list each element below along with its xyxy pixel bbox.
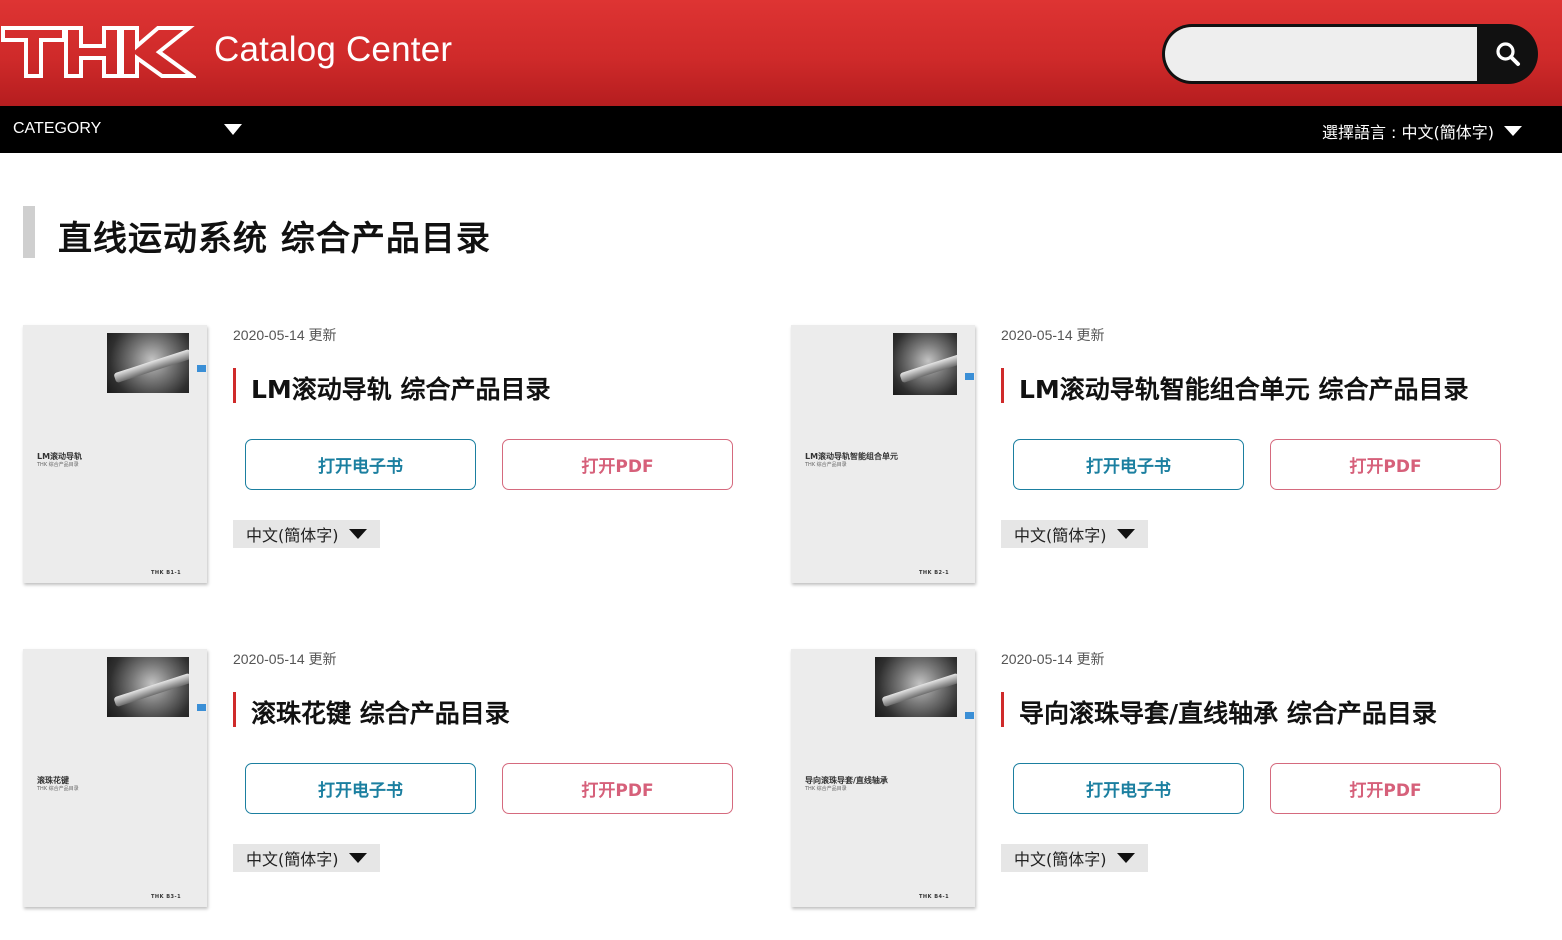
catalog-card: LM滚动导轨 THK 综合产品目录 THK B1-1 2020-05-14 更新…: [23, 325, 763, 585]
product-title-accent: [233, 692, 236, 727]
language-selector-label: 選擇語言 : 中文(簡体字): [1321, 123, 1494, 142]
cover-product-photo: [107, 657, 189, 717]
catalog-language-select[interactable]: 中文(簡体字): [233, 520, 380, 548]
title-accent-bar: [23, 206, 35, 258]
open-ebook-button[interactable]: 打开电子书: [1013, 763, 1244, 814]
cover-index-tab: [965, 712, 974, 719]
open-ebook-button[interactable]: 打开电子书: [1013, 439, 1244, 490]
cover-footer: THK B3-1: [151, 894, 182, 900]
catalog-language-select[interactable]: 中文(簡体字): [1001, 844, 1148, 872]
cover-footer: THK B1-1: [151, 570, 182, 576]
catalog-language-select[interactable]: 中文(簡体字): [233, 844, 380, 872]
open-ebook-button[interactable]: 打开电子书: [245, 763, 476, 814]
catalog-card: 导向滚珠导套/直线轴承 THK 综合产品目录 THK B4-1 2020-05-…: [791, 649, 1531, 909]
chevron-down-icon: [348, 529, 367, 539]
open-pdf-button[interactable]: 打开PDF: [1270, 763, 1501, 814]
cover-index-tab: [965, 373, 974, 380]
product-title-accent: [233, 368, 236, 403]
open-pdf-button[interactable]: 打开PDF: [502, 763, 733, 814]
chevron-down-icon: [1116, 529, 1135, 539]
app-title: Catalog Center: [214, 30, 453, 69]
product-title-accent: [1001, 692, 1004, 727]
nav-bar: CATEGORY 選擇語言 : 中文(簡体字): [0, 106, 1562, 153]
product-title: 滚珠花键 综合产品目录: [251, 699, 510, 728]
chevron-down-icon[interactable]: [220, 123, 246, 137]
product-title: LM滚动导轨 综合产品目录: [251, 375, 551, 404]
search-icon: [1496, 42, 1520, 66]
cover-product-photo: [107, 333, 189, 393]
catalog-language-label: 中文(簡体字): [1014, 850, 1107, 869]
category-menu[interactable]: CATEGORY: [13, 120, 101, 138]
catalog-language-label: 中文(簡体字): [1014, 526, 1107, 545]
cover-subtitle: THK 综合产品目录: [805, 786, 847, 792]
update-date: 2020-05-14 更新: [233, 327, 337, 343]
catalog-language-label: 中文(簡体字): [246, 526, 339, 545]
cover-index-tab: [197, 365, 206, 372]
cover-product-photo: [875, 657, 957, 717]
catalog-card: LM滚动导轨智能组合单元 THK 综合产品目录 THK B2-1 2020-05…: [791, 325, 1531, 585]
catalog-cover-thumbnail[interactable]: 导向滚珠导套/直线轴承 THK 综合产品目录 THK B4-1: [791, 649, 975, 907]
cover-footer: THK B2-1: [919, 570, 950, 576]
catalog-cover-thumbnail[interactable]: LM滚动导轨 THK 综合产品目录 THK B1-1: [23, 325, 207, 583]
update-date: 2020-05-14 更新: [1001, 651, 1105, 667]
chevron-down-icon: [348, 853, 367, 863]
search-input[interactable]: [1165, 27, 1477, 81]
site-header: Catalog Center: [0, 0, 1562, 106]
catalog-language-select[interactable]: 中文(簡体字): [1001, 520, 1148, 548]
cover-index-tab: [197, 704, 206, 711]
cover-footer: THK B4-1: [919, 894, 950, 900]
chevron-down-icon: [1116, 853, 1135, 863]
open-pdf-button[interactable]: 打开PDF: [1270, 439, 1501, 490]
catalog-cover-thumbnail[interactable]: LM滚动导轨智能组合单元 THK 综合产品目录 THK B2-1: [791, 325, 975, 583]
thk-logo[interactable]: [0, 22, 196, 82]
cover-product-photo: [893, 333, 957, 395]
open-pdf-button[interactable]: 打开PDF: [502, 439, 733, 490]
cover-subtitle: THK 综合产品目录: [805, 462, 847, 468]
product-title: 导向滚珠导套/直线轴承 综合产品目录: [1019, 699, 1437, 728]
search-button[interactable]: [1478, 24, 1538, 84]
product-title: LM滚动导轨智能组合单元 综合产品目录: [1019, 375, 1469, 404]
catalog-card: 滚珠花键 THK 综合产品目录 THK B3-1 2020-05-14 更新 滚…: [23, 649, 763, 909]
page-title: 直线运动系统 综合产品目录: [58, 219, 491, 259]
language-selector[interactable]: 選擇語言 : 中文(簡体字): [1322, 119, 1522, 143]
open-ebook-button[interactable]: 打开电子书: [245, 439, 476, 490]
update-date: 2020-05-14 更新: [233, 651, 337, 667]
cover-subtitle: THK 综合产品目录: [37, 462, 79, 468]
update-date: 2020-05-14 更新: [1001, 327, 1105, 343]
catalog-cover-thumbnail[interactable]: 滚珠花键 THK 综合产品目录 THK B3-1: [23, 649, 207, 907]
chevron-down-icon: [1504, 126, 1522, 136]
catalog-language-label: 中文(簡体字): [246, 850, 339, 869]
product-title-accent: [1001, 368, 1004, 403]
cover-subtitle: THK 综合产品目录: [37, 786, 79, 792]
